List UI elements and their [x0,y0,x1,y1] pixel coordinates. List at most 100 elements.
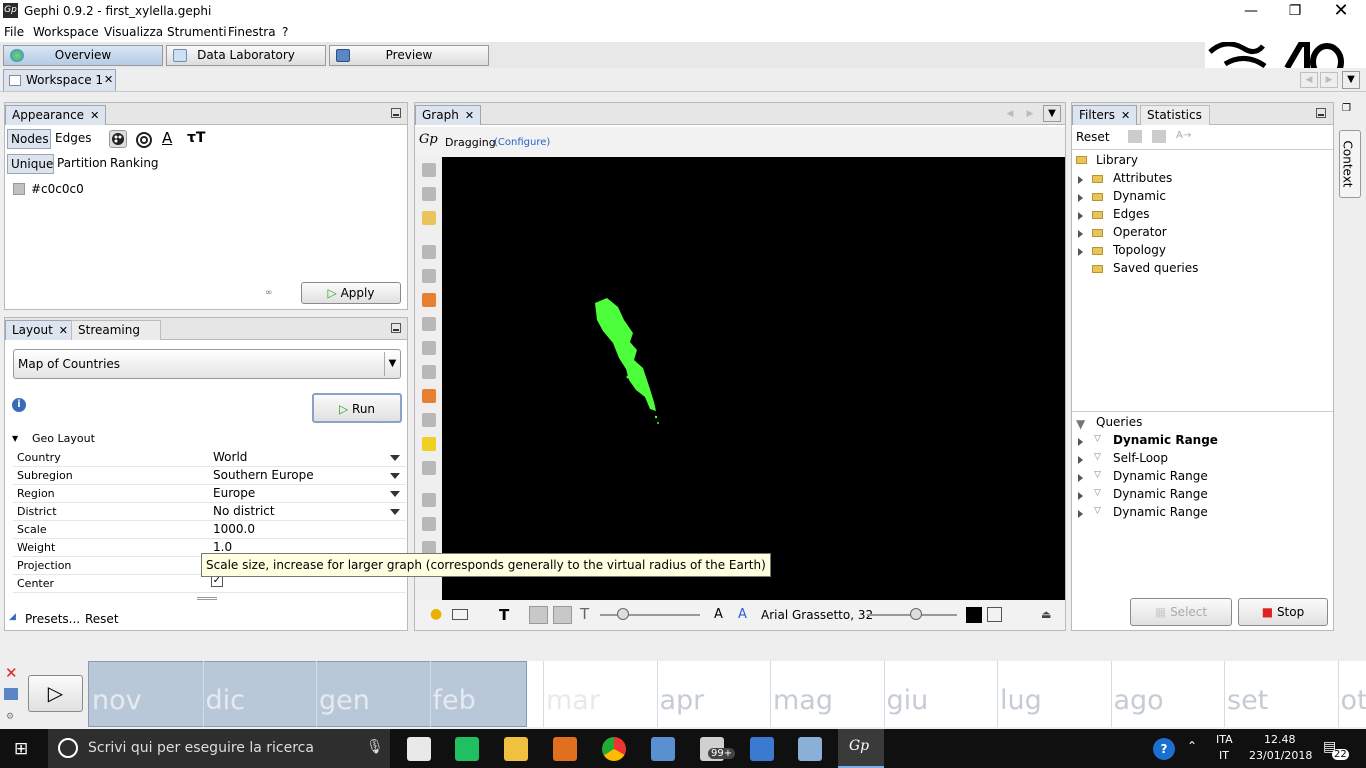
expand-arrow-icon[interactable] [1078,194,1083,202]
property-row[interactable]: Country World [13,449,406,467]
chevron-up-icon[interactable]: ⌃ [1187,739,1197,753]
color-picker-swatch[interactable] [966,607,982,623]
rect-select-icon[interactable] [422,187,436,201]
magnifier-app-icon[interactable] [750,737,774,761]
chart-icon[interactable] [4,688,18,700]
restore-icon[interactable]: ❐ [1272,0,1318,22]
file-explorer-icon[interactable] [504,737,528,761]
info-icon[interactable]: i [12,398,26,412]
expand-arrow-icon[interactable] [1078,474,1083,482]
size-pen-icon[interactable] [422,341,436,355]
tab-unique[interactable]: Unique [7,154,54,174]
minimize-panel-icon[interactable] [391,323,401,333]
tab-filters[interactable]: Filters ✕ [1072,105,1138,125]
edges-toggle-icon[interactable] [529,606,548,624]
property-row[interactable]: Subregion Southern Europe [13,467,406,485]
stop-button[interactable]: ■ Stop [1238,598,1328,626]
gephi-taskbar-button[interactable]: Gp [838,729,884,768]
library-item[interactable]: Edges [1113,207,1149,221]
tab-partition[interactable]: Partition [57,156,107,170]
select-button[interactable]: ▦ Select [1130,598,1232,626]
preview-button[interactable]: Preview [329,45,489,66]
restore-window-icon[interactable]: ❐ [1342,103,1351,114]
light-bulb-icon[interactable]: ● [430,606,442,622]
label-size-icon[interactable]: τT [187,130,205,146]
presets-link[interactable]: Presets... [25,612,80,626]
filter-tool-icon[interactable] [1152,130,1166,143]
play-button[interactable]: ▷ [28,675,83,712]
property-row[interactable]: Center [13,575,406,593]
tab-graph[interactable]: Graph ✕ [415,105,482,125]
property-value[interactable]: No district [213,504,275,518]
slider-thumb[interactable] [910,608,922,620]
close-icon[interactable]: ✕ [59,324,68,337]
expand-arrow-icon[interactable] [1078,510,1083,518]
chrome-icon[interactable] [602,737,626,761]
expand-arrow-icon[interactable] [1078,492,1083,500]
expand-arrow-icon[interactable] [1078,248,1083,256]
query-item[interactable]: Dynamic Range [1113,469,1208,483]
menu-help[interactable]: ? [282,25,288,39]
tab-edges[interactable]: Edges [55,131,91,145]
workspace-tab[interactable]: Workspace 1 ✕ [3,69,116,91]
tab-nodes[interactable]: Nodes [7,129,51,149]
tab-list-icon[interactable]: ▼ [1043,105,1061,122]
fun-app-icon[interactable] [407,737,431,761]
minimize-icon[interactable]: — [1228,0,1274,22]
property-value[interactable]: Southern Europe [213,468,314,482]
library-item[interactable]: Topology [1113,243,1166,257]
search-box[interactable]: Scrivi qui per eseguire la ricerca 🎙 [48,729,390,768]
slider-thumb[interactable] [617,608,629,620]
query-item[interactable]: Dynamic Range [1113,505,1208,519]
property-value[interactable]: Europe [213,486,255,500]
menu-finestra[interactable]: Finestra [228,25,276,39]
close-timeline-icon[interactable]: ✕ [5,664,18,682]
splitter-grip[interactable] [197,597,217,600]
close-tab-icon[interactable]: ✕ [104,73,113,86]
expand-arrow-icon[interactable] [1078,438,1083,446]
text-icon[interactable]: T [499,606,509,624]
chevron-down-icon[interactable] [390,509,400,515]
layout-select[interactable]: Map of Countries ▼ [13,349,401,379]
clock-date[interactable]: 23/01/2018 [1249,749,1312,762]
property-row[interactable]: Scale 1000.0 [13,521,406,539]
tab-statistics[interactable]: Statistics [1140,105,1210,125]
property-row[interactable]: District No district [13,503,406,521]
collapse-icon[interactable]: ▼ [12,434,18,443]
library-item[interactable]: Saved queries [1113,261,1198,275]
menu-visualizza[interactable]: Visualizza [104,25,163,39]
scroll-left-icon[interactable]: ◀ [1300,72,1318,88]
library-item[interactable]: Attributes [1113,171,1172,185]
tab-streaming[interactable]: Streaming [71,320,161,340]
label-size-icon[interactable]: T [580,605,589,623]
color-icon[interactable] [422,293,436,307]
scroll-right-icon[interactable]: ▶ [1021,106,1039,122]
expand-arrow-icon[interactable] [1078,176,1083,184]
camera-icon[interactable] [422,461,436,475]
screenshot-icon[interactable] [452,609,468,620]
close-icon[interactable]: ✕ [465,109,474,122]
query-item[interactable]: Dynamic Range [1113,433,1218,447]
reset-link[interactable]: Reset [85,612,119,626]
edge-color-icon[interactable] [553,606,572,624]
chevron-down-icon[interactable] [390,473,400,479]
font-decrease-icon[interactable]: A [714,607,723,622]
settings-icon[interactable] [987,607,1002,622]
media-player-icon[interactable] [553,737,577,761]
close-icon[interactable]: ✕ [1318,0,1364,22]
overview-button[interactable]: Overview [3,45,163,66]
pencil-icon[interactable] [422,317,436,331]
airplane-icon[interactable] [422,365,436,379]
color-swatch[interactable] [13,183,25,195]
scroll-right-icon[interactable]: ▶ [1320,72,1338,88]
query-item[interactable]: Dynamic Range [1113,487,1208,501]
minimize-panel-icon[interactable] [391,108,401,118]
expand-arrow-icon[interactable] [1078,456,1083,464]
library-item[interactable]: Operator [1113,225,1167,239]
hand-drag-icon[interactable] [422,211,436,225]
font-color-icon[interactable]: A [738,607,747,622]
library-root[interactable]: Library [1096,153,1138,167]
cursor-icon[interactable] [422,413,436,427]
pointer-icon[interactable] [422,163,436,177]
microphone-icon[interactable]: 🎙 [366,739,384,755]
